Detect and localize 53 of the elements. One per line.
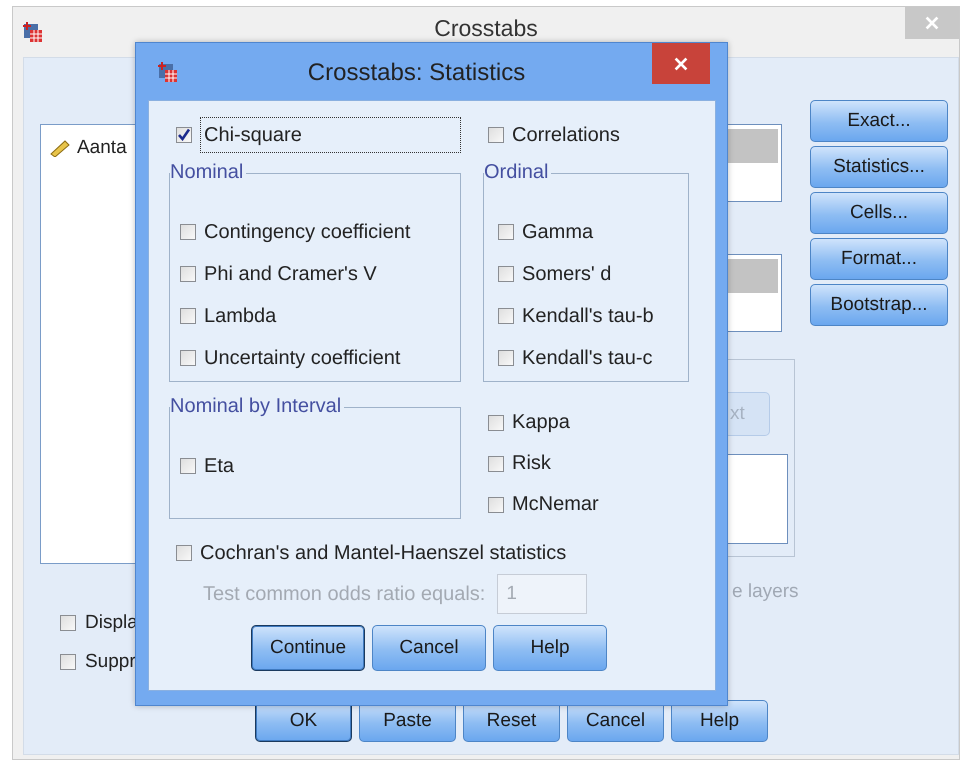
close-button[interactable] xyxy=(652,43,710,84)
checkbox-label: Kappa xyxy=(512,411,570,434)
checkbox-label: Lambda xyxy=(204,304,276,328)
checkbox[interactable] xyxy=(180,458,196,474)
odds-ratio-label: Test common odds ratio equals: xyxy=(203,582,486,606)
checkbox[interactable] xyxy=(498,266,514,282)
dialog-button[interactable]: Continue xyxy=(251,625,365,671)
checkbox[interactable] xyxy=(488,127,504,143)
checkbox[interactable] xyxy=(498,350,514,366)
checkbox[interactable] xyxy=(488,496,504,512)
checkbox[interactable] xyxy=(180,308,196,324)
group-title: Nominal by Interval xyxy=(170,395,344,418)
checkbox[interactable] xyxy=(488,456,504,472)
dialog-button[interactable]: Exact... xyxy=(810,100,948,142)
checkbox[interactable] xyxy=(60,654,76,670)
crosstab-icon xyxy=(21,21,43,43)
checkbox[interactable] xyxy=(60,615,76,631)
ruler-icon xyxy=(49,139,71,157)
dialog-button[interactable]: Format... xyxy=(810,238,948,280)
checkbox-label: Contingency coefficient xyxy=(204,220,410,244)
checkbox[interactable] xyxy=(180,266,196,282)
checkbox-label: Risk xyxy=(512,452,551,475)
checkbox[interactable] xyxy=(176,127,192,143)
checkbox-label: Eta xyxy=(204,454,234,478)
checkbox[interactable] xyxy=(498,224,514,240)
dialog-button[interactable]: Help xyxy=(671,700,768,742)
layers-label: e layers xyxy=(732,581,800,603)
dialog-button[interactable]: Bootstrap... xyxy=(810,284,948,326)
checkbox[interactable] xyxy=(180,350,196,366)
close-icon xyxy=(923,14,941,32)
checkbox-label: Suppr xyxy=(85,651,136,673)
checkbox-label: Gamma xyxy=(522,220,594,244)
checkbox-label: Chi-square xyxy=(200,117,461,153)
checkbox-label: Phi and Cramer's V xyxy=(204,262,377,286)
dialog-button[interactable]: Statistics... xyxy=(810,146,948,188)
checkbox-label: Kendall's tau-b xyxy=(522,304,654,328)
dialog-title: Crosstabs: Statistics xyxy=(306,59,526,87)
window-title: Crosstabs xyxy=(433,15,539,42)
crosstab-icon xyxy=(156,60,178,82)
checkbox-label: Cochran's and Mantel-Haenszel statistics xyxy=(200,542,566,564)
checkbox[interactable] xyxy=(176,545,192,561)
checkbox[interactable] xyxy=(498,308,514,324)
variable-item[interactable]: Aanta xyxy=(77,137,127,159)
checkbox-label: McNemar xyxy=(512,493,599,516)
dialog-button[interactable]: Cells... xyxy=(810,192,948,234)
checkbox-label: Correlations xyxy=(512,124,620,146)
checkbox[interactable] xyxy=(488,414,504,430)
checkbox-label: Kendall's tau-c xyxy=(522,346,653,370)
checkbox[interactable] xyxy=(180,224,196,240)
checkbox-label: Somers' d xyxy=(522,262,612,286)
dialog-button[interactable]: Help xyxy=(493,625,607,671)
dialog-button[interactable]: Cancel xyxy=(372,625,486,671)
checkbox-label: Uncertainty coefficient xyxy=(204,346,400,370)
